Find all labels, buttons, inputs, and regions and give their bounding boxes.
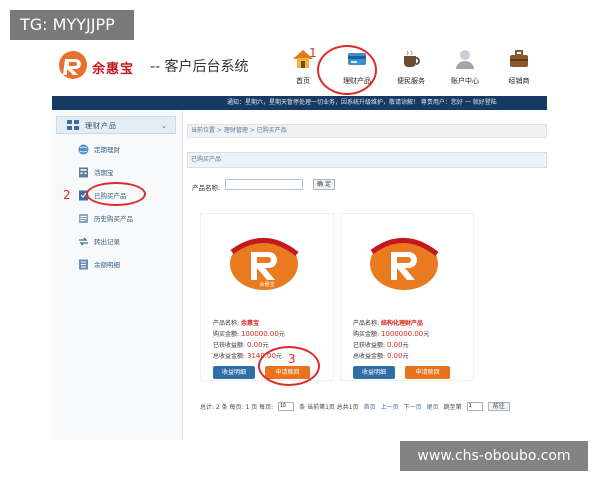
sidebar-section-label: 理财产品 [85, 122, 117, 130]
sidebar-item-current-savings[interactable]: 活期宝 [78, 165, 114, 179]
brand-logo-icon[interactable] [58, 50, 88, 80]
product-logo-text: 余惠宝 [259, 281, 274, 288]
product-card: 产品名称: 结构化理财产品 购买金额: 1000000.00元 已获收益额: 0… [340, 213, 474, 381]
system-title: -- 客户后台系统 [150, 59, 249, 75]
field-label: 总收益金额: [213, 353, 246, 360]
product-name-row: 产品名称: 结构化理财产品 [353, 318, 423, 327]
first-page-link[interactable]: 首页 [364, 402, 376, 411]
earned-row: 已获收益额: 0.00元 [213, 340, 269, 349]
pager-status: 条 当前第1页 总共1页 [299, 403, 359, 411]
field-label: 产品名称: [213, 320, 240, 327]
prev-page-link[interactable]: 上一页 [381, 402, 399, 411]
product-name: 结构化理财产品 [380, 320, 423, 327]
grid-icon [67, 120, 79, 130]
pagination: 总计: 2 条 每页: 1 页 每页: 条 当前第1页 总共1页 首页 上一页 … [200, 400, 545, 412]
nav-convenience-services[interactable]: 便民服务 [384, 48, 438, 94]
annotation-circle-nav [317, 45, 377, 95]
jump-page-input[interactable] [466, 401, 483, 411]
ledger-icon [79, 259, 88, 269]
product-logo-icon: 余惠宝 [230, 238, 299, 290]
tag-overlay: TG: MYYJJPP [10, 10, 134, 40]
nav-dealer-label: 经销商 [508, 77, 530, 85]
product-logo-icon [370, 238, 439, 290]
unit: 元 [278, 331, 285, 338]
transfer-icon [79, 237, 88, 245]
sidebar-item-label: 转出记录 [94, 238, 120, 246]
earnings-detail-button[interactable]: 收益明细 [213, 366, 255, 379]
partial-icon [544, 48, 547, 70]
per-page-input[interactable] [278, 401, 295, 411]
sidebar-item-fixed-term[interactable]: 定期理财 [78, 142, 120, 156]
app-window: 余惠宝 -- 客户后台系统 首页 理财产品 便民服务 账户中心 经销商 通知：星… [52, 38, 547, 440]
brand-name: 余惠宝 [92, 62, 135, 77]
sidebar-item-label: 活期宝 [94, 169, 114, 177]
sidebar-item-label: 余额明细 [94, 261, 120, 269]
header: 余惠宝 -- 客户后台系统 首页 理财产品 便民服务 账户中心 经销商 [52, 38, 547, 96]
field-label: 产品名称: [353, 320, 380, 327]
product-name: 余惠宝 [240, 320, 259, 327]
purchase-amount-row: 购买金额: 1000000.00元 [353, 329, 429, 338]
field-label: 购买金额: [353, 331, 380, 338]
field-label: 总收益金额: [353, 353, 386, 360]
annotation-number: 3 [288, 352, 296, 366]
unit: 元 [402, 353, 409, 360]
nav-dealer[interactable]: 经销商 [492, 48, 546, 94]
nav-home-label: 首页 [296, 77, 310, 85]
panel-title: 已购买产品 [187, 152, 547, 168]
sidebar-section-financial-products[interactable]: 理财产品 ⌄ [56, 116, 176, 134]
go-button[interactable]: 前往 [487, 401, 510, 411]
sidebar-item-balance-detail[interactable]: 余额明细 [78, 257, 120, 271]
earned-amount: 0.00 [386, 341, 403, 349]
notice-bar: 通知：星期六，星期天暂停处理一切业务，因系统升级维护，敬请谅解！ 尊贵用户：您好… [52, 96, 547, 110]
product-name-row: 产品名称: 余惠宝 [213, 318, 259, 327]
sidebar: 理财产品 ⌄ 定期理财 活期宝 已购买产品 历史购买产品 转出记录 余额明细 [52, 110, 183, 440]
nav-account-center[interactable]: 账户中心 [438, 48, 492, 94]
field-label: 购买金额: [213, 331, 240, 338]
chevron-down-icon: ⌄ [161, 122, 167, 130]
total-earnings: 0.00 [386, 352, 403, 360]
purchase-amount: 100000.00 [240, 330, 279, 338]
pager-summary: 总计: 2 条 每页: 1 页 每页: [200, 403, 274, 411]
nav-account-center-label: 账户中心 [451, 77, 479, 85]
globe-icon [78, 144, 89, 154]
product-name-label: 产品名称: [192, 184, 221, 192]
purchase-amount-row: 购买金额: 100000.00元 [213, 329, 285, 338]
total-earnings-row: 总收益金额: 0.00元 [353, 351, 409, 360]
nav-partial[interactable]: 事 [546, 48, 547, 94]
field-label: 已获收益额: [353, 342, 386, 349]
history-icon [79, 213, 88, 223]
annotation-number: 1 [309, 46, 317, 60]
product-name-input[interactable] [225, 179, 303, 190]
breadcrumb: 当前位置 > 理财管理 > 已购买产品 [187, 124, 547, 138]
unit: 元 [402, 342, 409, 349]
nav-convenience-services-label: 便民服务 [397, 77, 425, 85]
field-label: 已获收益额: [213, 342, 246, 349]
calculator-icon [79, 167, 88, 177]
next-page-link[interactable]: 下一页 [404, 402, 422, 411]
request-redeem-button[interactable]: 申请赎回 [405, 366, 450, 379]
unit: 元 [262, 342, 269, 349]
briefcase-icon [510, 50, 528, 67]
jump-label: 跳至第 [443, 403, 462, 411]
purchase-amount: 1000000.00 [380, 330, 424, 338]
sidebar-item-label: 定期理财 [94, 146, 120, 154]
coffee-cup-icon [404, 50, 420, 67]
sidebar-item-label: 历史购买产品 [94, 215, 133, 223]
search-confirm-button[interactable]: 确 定 [313, 179, 335, 190]
sidebar-item-history[interactable]: 历史购买产品 [78, 211, 133, 225]
annotation-circle-sidebar [86, 182, 146, 206]
earned-amount: 0.00 [246, 341, 263, 349]
watermark-overlay: www.chs-oboubo.com [400, 441, 588, 471]
annotation-number: 2 [63, 188, 71, 202]
user-icon [456, 50, 474, 69]
sidebar-item-transfer-out[interactable]: 转出记录 [78, 234, 120, 248]
last-page-link[interactable]: 尾页 [427, 402, 439, 411]
earned-row: 已获收益额: 0.00元 [353, 340, 409, 349]
unit: 元 [423, 331, 430, 338]
earnings-detail-button[interactable]: 收益明细 [353, 366, 395, 379]
